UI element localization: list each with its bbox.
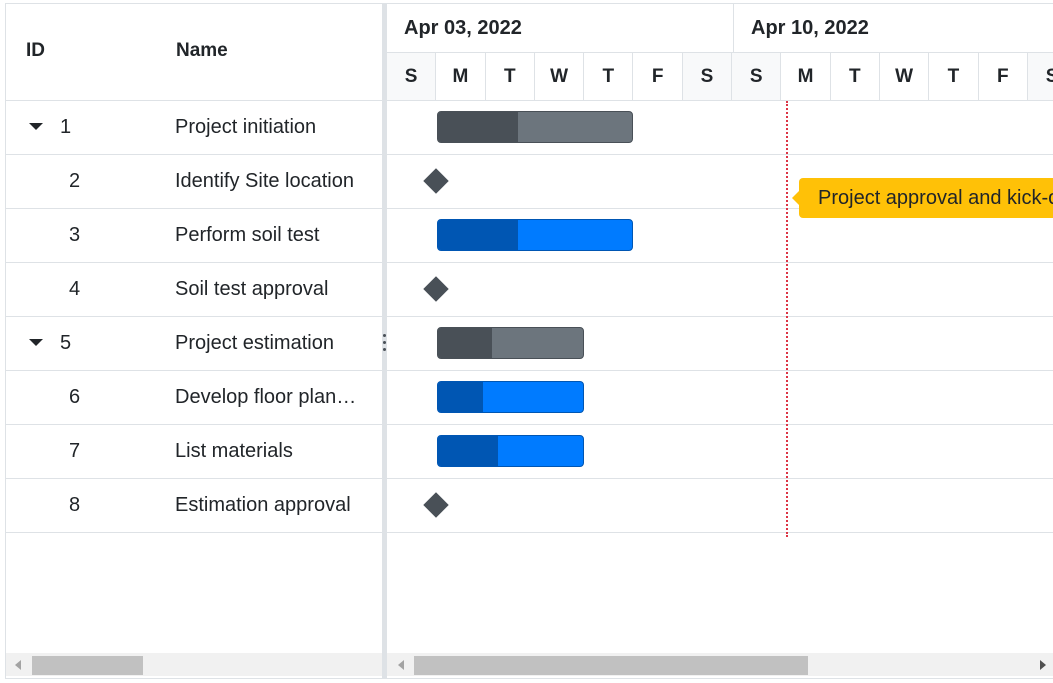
task-name: Develop floor plan for estimation (175, 386, 360, 408)
grid-row[interactable]: 7 List materials (6, 425, 382, 479)
task-bar[interactable] (437, 435, 585, 467)
day-header-cell: T (831, 53, 880, 100)
task-id: 2 (69, 170, 81, 192)
scroll-left-arrow-icon[interactable] (15, 660, 21, 670)
task-name: Estimation approval (175, 494, 351, 516)
day-header-cell: M (436, 53, 486, 100)
day-header-cell: F (979, 53, 1028, 100)
collapse-arrow-icon[interactable] (29, 123, 43, 130)
chart-row (387, 479, 1053, 533)
task-name: Perform soil test (175, 224, 320, 246)
week-header: Apr 03, 2022 (387, 4, 734, 52)
day-header-cell: T (929, 53, 979, 100)
task-progress (438, 436, 498, 466)
task-id: 4 (69, 278, 81, 300)
grid-row[interactable]: 4 Soil test approval (6, 263, 382, 317)
task-name: Soil test approval (175, 278, 329, 300)
week-label: Apr 03, 2022 (404, 17, 522, 39)
task-bar[interactable] (437, 381, 585, 413)
day-header-cell: W (880, 53, 930, 100)
chart-row (387, 425, 1053, 479)
grid-horizontal-scrollbar[interactable] (6, 653, 382, 676)
task-id: 3 (69, 224, 81, 246)
week-label: Apr 10, 2022 (751, 17, 869, 39)
chart-row (387, 263, 1053, 317)
parent-task-bar[interactable] (437, 111, 634, 143)
day-header-cell: M (781, 53, 831, 100)
grid-row[interactable]: 5 Project estimation (6, 317, 382, 371)
chart-row (387, 101, 1053, 155)
task-id: 8 (69, 494, 81, 516)
task-id: 7 (69, 440, 81, 462)
chart-row (387, 371, 1053, 425)
event-marker-line (786, 101, 788, 537)
scroll-right-arrow-icon[interactable] (1040, 660, 1046, 670)
task-name: Project initiation (175, 116, 317, 138)
grid-row[interactable]: 8 Estimation approval (6, 479, 382, 533)
milestone-diamond[interactable] (423, 168, 450, 194)
parent-task-bar[interactable] (437, 327, 585, 359)
grid-row[interactable]: 1 Project initiation (6, 101, 382, 155)
collapse-arrow-icon[interactable] (29, 339, 43, 346)
task-bar[interactable] (437, 219, 634, 251)
column-header-name[interactable]: Name (176, 40, 228, 62)
task-id: 5 (60, 332, 72, 354)
timeline-day-header: SMTWTFSSMTWTFS (387, 53, 1053, 101)
column-header-id[interactable]: ID (26, 40, 45, 62)
week-header: Apr 10, 2022 (734, 4, 1053, 52)
task-name: Project estimation (175, 332, 334, 354)
day-header-cell: S (682, 53, 733, 100)
day-header-cell: W (535, 53, 585, 100)
milestone-diamond[interactable] (423, 276, 450, 302)
scrollbar-thumb[interactable] (32, 656, 143, 675)
event-marker-label: Project approval and kick-off (792, 178, 1053, 218)
day-header-cell: S (732, 53, 782, 100)
day-header-cell: S (387, 53, 437, 100)
milestone-diamond[interactable] (423, 492, 450, 518)
day-header-cell: T (486, 53, 535, 100)
gantt-chart: ID Name 1 Project initiation 2 Identify … (5, 3, 1053, 679)
task-progress (438, 112, 518, 142)
task-progress (438, 328, 492, 358)
task-name: Identify Site location (175, 170, 354, 192)
task-id: 6 (69, 386, 81, 408)
chart-row (387, 317, 1053, 371)
task-name: List materials (175, 440, 293, 462)
scroll-left-arrow-icon[interactable] (398, 660, 404, 670)
grid-row[interactable]: 6 Develop floor plan for estimation (6, 371, 382, 425)
task-progress (438, 220, 518, 250)
day-header-cell: F (634, 53, 683, 100)
task-grid: ID Name 1 Project initiation 2 Identify … (6, 4, 382, 678)
timeline-chart: Apr 03, 2022 Apr 10, 2022 SMTWTFSSMTWTFS… (387, 4, 1053, 678)
task-id: 1 (60, 116, 72, 138)
grid-row[interactable]: 2 Identify Site location (6, 155, 382, 209)
day-header-cell: S (1027, 53, 1053, 100)
day-header-cell: T (584, 53, 634, 100)
timeline-week-header: Apr 03, 2022 Apr 10, 2022 (387, 4, 1053, 53)
scrollbar-thumb[interactable] (414, 656, 808, 675)
chart-horizontal-scrollbar[interactable] (387, 653, 1053, 676)
grid-header: ID Name (6, 4, 382, 101)
grid-row[interactable]: 3 Perform soil test (6, 209, 382, 263)
task-progress (438, 382, 484, 412)
